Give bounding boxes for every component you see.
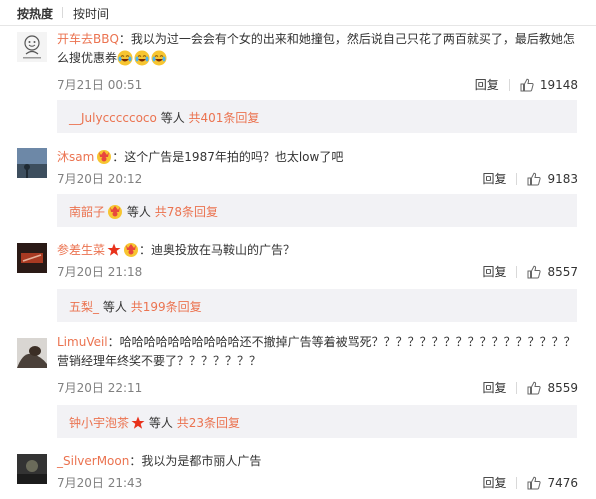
sub-reply-username[interactable]: __Julycccccoco — [69, 111, 157, 125]
like-button[interactable]: 9183 — [527, 172, 578, 186]
vip-crown-icon — [105, 205, 123, 219]
sort-by-time[interactable]: 按时间 — [73, 5, 109, 22]
vip-crown-icon — [94, 150, 112, 164]
like-count: 8559 — [547, 380, 578, 395]
sub-reply-count-link[interactable]: 共78条回复 — [155, 205, 218, 219]
reply-button[interactable]: 回复 — [482, 170, 506, 187]
action-divider — [508, 78, 510, 91]
avatar[interactable] — [17, 148, 47, 178]
comment-username[interactable]: 参差生菜 — [57, 243, 105, 257]
sub-reply-others: 等人 — [160, 111, 185, 125]
avatar[interactable] — [17, 32, 47, 62]
like-count: 7476 — [547, 475, 578, 490]
sort-bar: 按热度 按时间 — [0, 0, 596, 26]
thumbs-up-icon — [527, 265, 542, 278]
reply-button[interactable]: 回复 — [482, 263, 506, 280]
like-button[interactable]: 7476 — [527, 476, 578, 490]
sort-divider — [62, 7, 63, 18]
like-count: 8557 — [547, 264, 578, 279]
like-button[interactable]: 19148 — [520, 78, 578, 92]
comment-username[interactable]: 开车去BBQ — [57, 32, 119, 46]
sub-replies-box: 南韶子 等人 共78条回复 — [57, 194, 577, 227]
thumbs-up-icon — [527, 381, 542, 394]
thumbs-up-icon — [527, 172, 542, 185]
sub-replies-box: 五梨_ 等人 共199条回复 — [57, 289, 577, 322]
comment-item: LimuVeil：哈哈哈哈哈哈哈哈哈哈还不撤掉广告等着被骂死？？？？？？？？？？… — [0, 332, 596, 442]
like-button[interactable]: 8559 — [527, 381, 578, 395]
avatar[interactable] — [17, 338, 47, 368]
laugh-cry-emoji-icon — [117, 50, 168, 66]
reply-button[interactable]: 回复 — [482, 379, 506, 396]
vip-crown-icon — [121, 243, 139, 257]
sub-reply-username[interactable]: 五梨_ — [69, 300, 99, 314]
sub-reply-others: 等人 — [148, 416, 173, 430]
comment-timestamp: 7月20日 21:18 — [57, 265, 143, 279]
comment-item: 参差生菜 ：迪奥投放在马鞍山的广告？ 7月20日 21:18 回复 8557 五梨… — [0, 239, 596, 322]
action-divider — [516, 265, 518, 278]
comment-username[interactable]: _SilverMoon — [57, 454, 129, 468]
comment-timestamp: 7月20日 20:12 — [57, 172, 143, 186]
comment-text: ：这个广告是1987年拍的吗？也太low了吧 — [112, 150, 344, 164]
sub-reply-others: 等人 — [102, 300, 127, 314]
comment-text: ：迪奥投放在马鞍山的广告？ — [139, 243, 296, 257]
like-count: 19148 — [539, 77, 578, 92]
action-divider — [516, 172, 518, 185]
thumbs-up-icon — [527, 476, 542, 489]
comment-item: _SilverMoon：我以为是都市丽人广告 7月20日 21:43 回复 74… — [0, 451, 596, 499]
like-count: 9183 — [547, 171, 578, 186]
comment-timestamp: 7月20日 21:43 — [57, 476, 143, 490]
comment-username[interactable]: 沐sam — [57, 150, 94, 164]
reply-button[interactable]: 回复 — [482, 474, 506, 491]
sub-reply-username[interactable]: 钟小宇泡茶 — [69, 416, 129, 430]
comment-timestamp: 7月20日 22:11 — [57, 381, 143, 395]
like-button[interactable]: 8557 — [527, 265, 578, 279]
sub-reply-count-link[interactable]: 共23条回复 — [177, 416, 240, 430]
red-star-icon — [129, 416, 145, 430]
avatar[interactable] — [17, 454, 47, 484]
comment-username[interactable]: LimuVeil — [57, 335, 108, 349]
comment-timestamp: 7月21日 00:51 — [57, 78, 143, 92]
sub-reply-username[interactable]: 南韶子 — [69, 205, 105, 219]
sub-reply-others: 等人 — [126, 205, 151, 219]
reply-button[interactable]: 回复 — [475, 76, 499, 93]
comment-text: ：我以为是都市丽人广告 — [129, 454, 262, 468]
sub-reply-count-link[interactable]: 共401条回复 — [189, 111, 260, 125]
avatar[interactable] — [17, 243, 47, 273]
comment-item: 沐sam ：这个广告是1987年拍的吗？也太low了吧 7月20日 20:12 回… — [0, 146, 596, 241]
comment-item: 开车去BBQ：我以为过一会会有个女的出来和她撞包，然后说自己只花了两百就买了，最… — [0, 28, 596, 138]
action-divider — [516, 381, 518, 394]
sub-reply-count-link[interactable]: 共199条回复 — [131, 300, 202, 314]
red-star-icon — [105, 243, 121, 257]
comment-text: ：哈哈哈哈哈哈哈哈哈哈还不撤掉广告等着被骂死？？？？？？？？？？？？？？？？？营… — [57, 335, 576, 368]
action-divider — [516, 476, 518, 489]
sort-by-hot[interactable]: 按热度 — [17, 5, 53, 22]
sub-replies-box: __Julycccccoco 等人 共401条回复 — [57, 100, 577, 133]
thumbs-up-icon — [520, 78, 534, 91]
sub-replies-box: 钟小宇泡茶 等人 共23条回复 — [57, 405, 577, 438]
